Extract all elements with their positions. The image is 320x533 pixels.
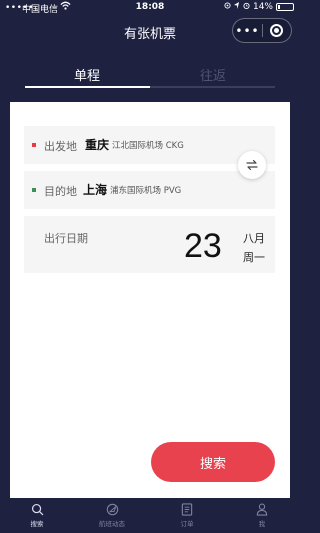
departure-airport: 江北国际机场 CKG (112, 141, 184, 151)
battery-level (278, 5, 280, 9)
trip-type-tabs: 单程 往返 (0, 50, 300, 90)
departure-dot (32, 143, 36, 147)
date-label: 出行日期 (44, 232, 88, 245)
date-month: 八月 (243, 232, 265, 245)
swap-icon (246, 159, 258, 171)
tabbar-label-orders: 订单 (180, 520, 194, 528)
plane-icon (106, 503, 118, 516)
order-icon (181, 503, 193, 516)
tabbar-label-me: 我 (258, 520, 266, 528)
tab-active-indicator (25, 86, 150, 88)
date-day: 23 (184, 227, 222, 265)
arrival-field[interactable]: 目的地 上海 浦东国际机场 PVG (24, 171, 275, 209)
close-circle-icon (270, 24, 284, 37)
search-button[interactable]: 搜索 (151, 442, 275, 482)
departure-field[interactable]: 出发地 重庆 江北国际机场 CKG (24, 126, 275, 164)
tabbar-label-flight-status: 航班动态 (99, 520, 125, 528)
tabbar-item-search[interactable]: 搜索 (12, 503, 62, 528)
mini-program-capsule: ••• (232, 18, 292, 43)
status-bar: ••••• 中国电信 18:08 14% (0, 0, 300, 15)
tabbar-item-me[interactable]: 我 (237, 503, 287, 528)
arrival-label: 目的地 (44, 185, 77, 198)
arrow-icon (233, 2, 240, 12)
date-weekday: 周一 (243, 251, 265, 264)
location-icon (224, 2, 231, 12)
swap-cities-button[interactable] (238, 151, 266, 179)
search-icon (31, 503, 43, 516)
battery-percent: 14% (252, 2, 273, 12)
tab-one-way[interactable]: 单程 (74, 65, 100, 84)
arrival-city: 上海 (83, 183, 108, 197)
more-dots-icon[interactable]: ••• (233, 25, 262, 37)
tab-underline-track (25, 86, 275, 88)
departure-city: 重庆 (85, 138, 110, 152)
tabbar-item-orders[interactable]: 订单 (162, 503, 212, 528)
tabbar-item-flight-status[interactable]: 航班动态 (87, 503, 137, 528)
tabbar-label-search: 搜索 (30, 520, 44, 528)
arrival-airport: 浦东国际机场 PVG (110, 186, 182, 196)
navigation-bar: 有张机票 ••• (0, 14, 300, 48)
bottom-tab-bar: 搜索 航班动态 订单 我 (0, 498, 300, 533)
arrival-dot (32, 188, 36, 192)
close-button[interactable] (263, 24, 291, 37)
tab-round-trip[interactable]: 往返 (200, 65, 226, 84)
search-form-card: 出发地 重庆 江北国际机场 CKG 目的地 上海 浦东国际机场 PVG 出行日期… (10, 102, 290, 498)
battery-icon (276, 3, 294, 11)
alarm-icon (243, 2, 250, 12)
departure-label: 出发地 (44, 140, 77, 153)
date-field[interactable]: 出行日期 23 八月 周一 (24, 216, 275, 273)
user-icon (256, 503, 268, 516)
